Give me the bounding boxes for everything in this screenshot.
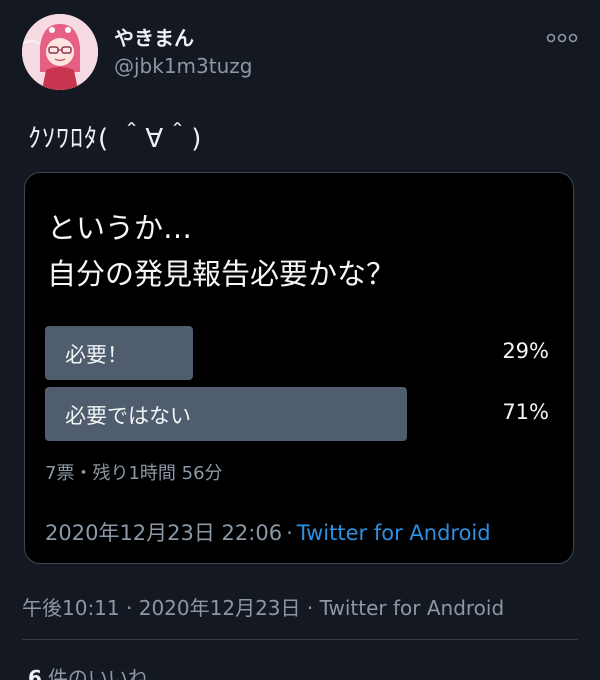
quoted-tweet-timestamp: 2020年12月23日 22:06 · Twitter for Android [45,517,491,547]
tweet-text: ｸｿﾜﾛﾀ( ＾∀＾) [28,124,203,154]
poll-option-label: 必要！ [65,343,128,367]
poll-question: というか… 自分の発見報告必要かな？ [47,211,396,291]
likes-label: 件のいいね [47,666,148,680]
avatar-illustration-icon [22,14,98,90]
likes-number: 6 [28,666,42,680]
divider [22,639,578,640]
quoted-tweet-card[interactable]: というか… 自分の発見報告必要かな？ 必要！ 29% 必要ではない 71% 7票… [24,172,574,564]
quoted-source-link[interactable]: Twitter for Android [297,521,491,545]
tweet-date[interactable]: 2020年12月23日 [139,596,301,620]
quoted-timestamp-text: 2020年12月23日 22:06 [45,521,283,545]
poll-option[interactable]: 必要！ 29% [45,326,555,380]
display-name[interactable]: やきまん [114,22,194,51]
poll-option-percent: 29% [502,339,549,363]
likes-count[interactable]: 6 件のいいね [28,662,148,680]
tweet-time[interactable]: 午後10:11 [22,596,120,620]
separator: · [306,596,314,620]
tweet-source-link[interactable]: Twitter for Android [320,596,505,620]
tweet-detail: やきまん @jbk1m3tuzg ｸｿﾜﾛﾀ( ＾∀＾) というか… 自分の発見… [0,0,600,680]
poll-option[interactable]: 必要ではない 71% [45,387,555,441]
separator: · [126,596,133,620]
avatar[interactable] [22,14,98,90]
tweet-timestamp: 午後10:11 · 2020年12月23日 · Twitter for Andr… [22,592,504,621]
more-options-icon[interactable] [546,30,578,44]
separator: · [286,521,293,545]
poll-option-label: 必要ではない [65,404,191,428]
poll-meta: 7票・残り1時間 56分 [45,463,223,484]
user-handle[interactable]: @jbk1m3tuzg [114,54,252,78]
poll-option-percent: 71% [502,400,549,424]
